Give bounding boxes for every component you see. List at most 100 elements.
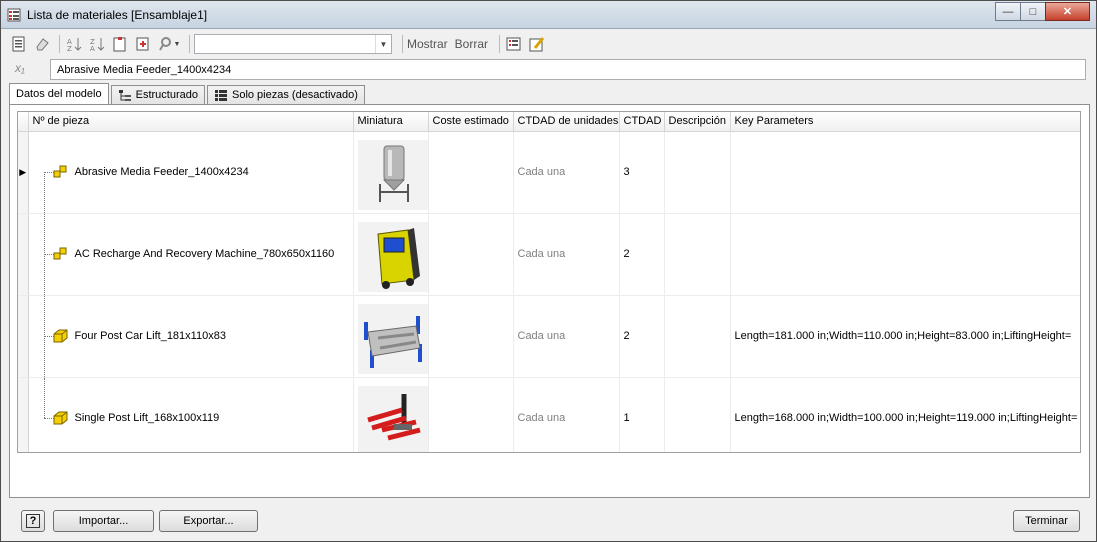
export-button[interactable]: Exportar...	[159, 510, 258, 532]
single-post-lift-thumbnail	[357, 385, 427, 452]
quantity-cell[interactable]: 2	[619, 295, 665, 378]
tab-structured[interactable]: Estructurado	[110, 85, 205, 105]
part-icon	[53, 329, 67, 342]
bom-settings-icon	[12, 36, 25, 52]
unit-quantity-cell[interactable]: Cada una	[513, 131, 620, 214]
estimated-cost-cell[interactable]	[428, 377, 514, 452]
estimated-cost-cell[interactable]	[428, 213, 514, 296]
current-row-arrow-icon: ▶	[19, 167, 27, 177]
clear-button[interactable]: Borrar	[455, 37, 488, 51]
toolbar-separator	[59, 35, 60, 53]
column-header-description[interactable]: Descripción	[664, 112, 731, 132]
row-selector[interactable]: ▶	[18, 131, 29, 214]
bom-dialog: Lista de materiales [Ensamblaje1] — □ ✕ …	[0, 0, 1097, 542]
maximize-button[interactable]: □	[1020, 2, 1046, 21]
view-select[interactable]: ▼	[194, 34, 392, 54]
dialog-footer: ? Importar... Exportar... Terminar	[1, 501, 1096, 541]
table-row[interactable]: ▶ Abrasive Media Feeder_1400x4234 Cada u…	[18, 131, 1080, 214]
tab-parts-only[interactable]: Solo piezas (desactivado)	[206, 85, 365, 105]
description-cell[interactable]	[664, 131, 731, 214]
chevron-down-icon[interactable]: ▼	[375, 35, 391, 53]
renumber-button[interactable]	[110, 34, 130, 54]
thumbnail-cell[interactable]	[353, 295, 429, 378]
toolbar-separator	[402, 35, 403, 53]
column-header-part-number[interactable]: Nº de pieza	[28, 112, 354, 132]
column-header-thumbnail[interactable]: Miniatura	[353, 112, 429, 132]
row-selector[interactable]	[18, 377, 29, 452]
eraser-button[interactable]	[32, 34, 52, 54]
subassembly-icon	[53, 165, 66, 177]
part-name: Single Post Lift_168x100x119	[74, 411, 220, 424]
thumbnail-cell[interactable]	[353, 131, 429, 214]
window-controls: — □ ✕	[995, 2, 1090, 21]
row-selector-header	[18, 112, 29, 132]
quantity-cell[interactable]: 1	[619, 377, 665, 452]
column-header-estimated-cost[interactable]: Coste estimado	[428, 112, 514, 132]
tab-label: Datos del modelo	[16, 88, 102, 100]
part-number-cell[interactable]: Abrasive Media Feeder_1400x4234	[28, 131, 354, 214]
sort-ascending-button[interactable]: AZ	[64, 34, 84, 54]
table-row[interactable]: AC Recharge And Recovery Machine_780x650…	[18, 213, 1080, 296]
toolbar: AZ ZA ▼ ▼ Mostrar Borrar	[9, 33, 1089, 55]
model-data-panel: Nº de pieza Miniatura Coste estimado CTD…	[9, 104, 1090, 498]
export-bom-button[interactable]	[504, 34, 524, 54]
table-row[interactable]: Single Post Lift_168x100x119 Cada una 1 …	[18, 377, 1080, 452]
estimated-cost-cell[interactable]	[428, 131, 514, 214]
tab-label: Solo piezas (desactivado)	[231, 89, 358, 101]
key-parameters-cell[interactable]: Length=168.000 in;Width=100.000 in;Heigh…	[730, 377, 1080, 452]
tab-model-data[interactable]: Datos del modelo	[9, 83, 109, 105]
minimize-button[interactable]: —	[995, 2, 1021, 21]
tree-line	[43, 377, 45, 418]
hopper-thumbnail	[357, 139, 427, 210]
description-cell[interactable]	[664, 377, 731, 452]
description-cell[interactable]	[664, 213, 731, 296]
formula-icon: x₁	[15, 61, 25, 75]
import-button[interactable]: Importar...	[53, 510, 154, 532]
pencil-list-icon	[529, 37, 545, 52]
quantity-cell[interactable]: 2	[619, 213, 665, 296]
bom-settings-button[interactable]	[9, 34, 29, 54]
part-number-cell[interactable]: Four Post Car Lift_181x110x83	[28, 295, 354, 378]
column-header-quantity[interactable]: CTDAD	[619, 112, 665, 132]
find-button[interactable]: ▼	[156, 34, 182, 54]
estimated-cost-cell[interactable]	[428, 295, 514, 378]
tab-label: Estructurado	[135, 89, 198, 101]
tree-line	[43, 171, 45, 212]
thumbnail-cell[interactable]	[353, 213, 429, 296]
unit-quantity-cell[interactable]: Cada una	[513, 377, 620, 452]
list-export-icon	[506, 37, 521, 51]
sort-descending-button[interactable]: ZA	[87, 34, 107, 54]
unit-quantity-cell[interactable]: Cada una	[513, 295, 620, 378]
table-row[interactable]: Four Post Car Lift_181x110x83 Cada una 2…	[18, 295, 1080, 378]
show-button[interactable]: Mostrar	[407, 37, 448, 51]
part-name: AC Recharge And Recovery Machine_780x650…	[74, 247, 335, 260]
description-cell[interactable]	[664, 295, 731, 378]
part-number-cell[interactable]: Single Post Lift_168x100x119	[28, 377, 354, 452]
ac-machine-thumbnail	[357, 221, 427, 292]
sort-ascending-icon: AZ	[67, 38, 82, 52]
subassembly-icon	[53, 247, 66, 259]
unit-quantity-cell[interactable]: Cada una	[513, 213, 620, 296]
finish-button[interactable]: Terminar	[1013, 510, 1080, 532]
add-custom-part-button[interactable]	[133, 34, 153, 54]
key-parameters-cell[interactable]	[730, 213, 1080, 296]
row-selector[interactable]	[18, 295, 29, 378]
help-icon: ?	[25, 514, 41, 528]
bom-table[interactable]: Nº de pieza Miniatura Coste estimado CTD…	[17, 111, 1081, 453]
quantity-cell[interactable]: 3	[619, 131, 665, 214]
edit-bom-button[interactable]	[527, 34, 547, 54]
column-header-unit-quantity[interactable]: CTDAD de unidades	[513, 112, 620, 132]
formula-bar: x₁ Abrasive Media Feeder_1400x4234	[9, 59, 1086, 81]
title-bar[interactable]: Lista de materiales [Ensamblaje1] — □ ✕	[1, 1, 1096, 29]
part-number-cell[interactable]: AC Recharge And Recovery Machine_780x650…	[28, 213, 354, 296]
key-parameters-cell[interactable]	[730, 131, 1080, 214]
close-button[interactable]: ✕	[1045, 2, 1090, 21]
key-parameters-cell[interactable]: Length=181.000 in;Width=110.000 in;Heigh…	[730, 295, 1080, 378]
row-selector[interactable]	[18, 213, 29, 296]
toolbar-separator	[499, 35, 501, 53]
svg-text:A: A	[90, 45, 95, 52]
column-header-key-parameters[interactable]: Key Parameters	[730, 112, 1080, 132]
formula-input[interactable]: Abrasive Media Feeder_1400x4234	[50, 59, 1086, 80]
thumbnail-cell[interactable]	[353, 377, 429, 452]
help-button[interactable]: ?	[21, 510, 45, 532]
